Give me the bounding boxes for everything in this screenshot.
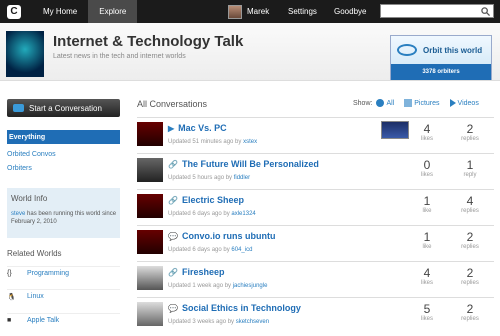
picture-icon — [404, 99, 413, 107]
conversation-meta: Updated 5 hours ago by fiddler — [168, 175, 251, 181]
related-worlds-title: Related Worlds — [7, 249, 62, 258]
conversation-meta: Updated 6 days ago by 604_icd — [168, 247, 253, 253]
list-item[interactable]: 🔗 Firesheep Updated 1 week ago by jachiesj… — [137, 261, 494, 297]
sidebar-item-orbited-convos[interactable]: Orbited Convos — [7, 151, 56, 158]
conversation-type-icon: 🔗 — [168, 267, 178, 277]
conversation-author-link[interactable]: axle1324 — [231, 211, 255, 217]
world-header: Internet & Technology Talk Latest news i… — [0, 23, 500, 81]
sidebar-item-orbiters[interactable]: Orbiters — [7, 165, 32, 172]
list-item[interactable]: 🔗 Electric Sheep Updated 6 days ago by axl… — [137, 189, 494, 225]
conversation-title[interactable]: 🔗 Firesheep — [168, 267, 225, 277]
conversation-author-link[interactable]: jachiesjungle — [233, 283, 268, 289]
avatar — [228, 4, 242, 19]
play-icon — [449, 99, 456, 107]
orbit-label: Orbit this world — [423, 45, 483, 55]
top-navigation-bar: C My Home Explore Marek Settings Goodbye — [0, 0, 500, 23]
orbit-world-button[interactable]: Orbit this world 3378 orbiters — [390, 35, 492, 80]
likes-count: 1 like — [422, 230, 432, 250]
conversation-author-link[interactable]: 604_icd — [231, 247, 252, 253]
world-info-text: steve has been running this world since … — [11, 211, 117, 225]
related-world-programming[interactable]: {} Programming — [7, 266, 120, 280]
replies-count: 2 replies — [461, 230, 479, 250]
conversation-meta: Updated 51 minutes ago by xstex — [168, 139, 258, 145]
conversation-type-icon: 🔗 — [168, 159, 178, 169]
site-logo[interactable]: C — [7, 4, 21, 19]
replies-count: 2 replies — [461, 302, 479, 322]
likes-count: 1 like — [422, 194, 432, 214]
conversation-thumbnail[interactable] — [137, 194, 163, 218]
conversation-title[interactable]: ▶ Mac Vs. PC — [168, 123, 227, 133]
replies-count: 4 replies — [461, 194, 479, 214]
settings-link[interactable]: Settings — [288, 7, 317, 16]
logout-link[interactable]: Goodbye — [334, 7, 366, 16]
globe-icon — [376, 99, 385, 107]
conversation-title[interactable]: 💬 Social Ethics in Technology — [168, 303, 301, 313]
conversation-title[interactable]: 💬 Convo.io runs ubuntu — [168, 231, 275, 241]
list-item[interactable]: 🔗 The Future Will Be Personalized Updated … — [137, 153, 494, 189]
video-thumbnail[interactable] — [381, 121, 409, 139]
conversation-thumbnail[interactable] — [137, 158, 163, 182]
page-title: Internet & Technology Talk — [53, 33, 244, 50]
user-menu[interactable]: Marek — [228, 0, 269, 23]
nav-explore[interactable]: Explore — [88, 0, 138, 23]
conversation-type-icon: 💬 — [168, 231, 178, 241]
filter-videos[interactable]: Videos — [449, 99, 483, 107]
conversation-thumbnail[interactable] — [137, 302, 163, 326]
replies-count: 2 replies — [461, 122, 479, 142]
conversation-meta: Updated 3 weeks ago by sketchseven — [168, 319, 270, 325]
conversation-author-link[interactable]: xstex — [243, 139, 257, 145]
likes-count: 0 likes — [420, 158, 433, 178]
conversation-thumbnail[interactable] — [137, 230, 163, 254]
world-owner-link[interactable]: steve — [11, 211, 25, 217]
filter-bar: Show: All Pictures Videos — [353, 99, 489, 107]
section-heading: All Conversations — [137, 99, 208, 109]
world-info-box: World Info steve has been running this w… — [7, 188, 120, 238]
likes-count: 5 likes — [420, 302, 433, 322]
conversation-thumbnail[interactable] — [137, 122, 163, 146]
start-conversation-label: Start a Conversation — [29, 103, 102, 113]
conversation-type-icon: 💬 — [168, 303, 178, 313]
conversation-meta: Updated 6 days ago by axle1324 — [168, 211, 256, 217]
related-world-apple-talk[interactable]: ■ Apple Talk — [7, 313, 120, 327]
braces-icon: {} — [7, 270, 12, 277]
conversation-title[interactable]: 🔗 Electric Sheep — [168, 195, 244, 205]
orbiter-count: 3378 orbiters — [391, 64, 491, 80]
replies-count: 2 replies — [461, 266, 479, 286]
filter-pictures[interactable]: Pictures — [404, 99, 443, 107]
apple-icon: ■ — [7, 317, 12, 324]
main-nav: My Home Explore — [32, 0, 138, 23]
likes-count: 4 likes — [420, 122, 433, 142]
conversation-author-link[interactable]: fiddler — [234, 175, 250, 181]
conversation-type-icon: 🔗 — [168, 195, 178, 205]
list-item[interactable]: 💬 Social Ethics in Technology Updated 3 we… — [137, 297, 494, 333]
conversation-title[interactable]: 🔗 The Future Will Be Personalized — [168, 159, 319, 169]
list-item[interactable]: ▶ Mac Vs. PC Updated 51 minutes ago by xst… — [137, 117, 494, 153]
start-conversation-button[interactable]: Start a Conversation — [7, 99, 120, 117]
search-input[interactable] — [380, 4, 494, 18]
list-item[interactable]: 💬 Convo.io runs ubuntu Updated 6 days ago … — [137, 225, 494, 261]
search-icon[interactable] — [481, 6, 490, 16]
conversation-thumbnail[interactable] — [137, 266, 163, 290]
conversation-author-link[interactable]: sketchseven — [236, 319, 269, 325]
nav-my-home[interactable]: My Home — [32, 0, 88, 23]
likes-count: 4 likes — [420, 266, 433, 286]
related-world-linux[interactable]: 🐧 Linux — [7, 289, 120, 303]
world-image — [6, 31, 44, 77]
sidebar: Start a Conversation Everything Orbited … — [0, 81, 126, 336]
sidebar-item-everything[interactable]: Everything — [7, 130, 120, 144]
orbit-icon — [397, 44, 417, 56]
world-info-title: World Info — [11, 194, 48, 203]
replies-count: 1 reply — [463, 158, 477, 178]
penguin-icon: 🐧 — [7, 293, 16, 301]
filter-all[interactable]: All — [376, 99, 398, 107]
conversation-meta: Updated 1 week ago by jachiesjungle — [168, 283, 268, 289]
speech-bubble-icon — [13, 104, 24, 112]
page-subtitle: Latest news in the tech and internet wor… — [53, 53, 186, 60]
conversation-type-icon: ▶ — [168, 123, 175, 133]
user-name: Marek — [247, 7, 270, 16]
